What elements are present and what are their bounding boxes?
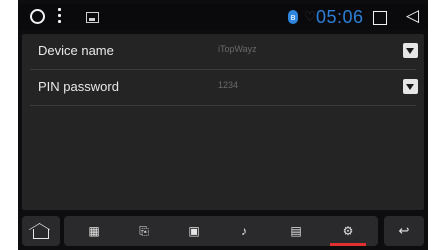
tab-keypad[interactable]: ▦ [72,216,116,246]
status-clock: 05:06 [316,7,364,27]
tab-call-log[interactable]: ⎘ [122,216,166,246]
image-icon [86,12,99,23]
dropdown-arrow-icon[interactable] [403,79,418,94]
settings-gear-icon: ⚙ [342,224,354,238]
setting-row-device-name[interactable]: Device name iTopWayz [22,34,424,69]
tab-contacts[interactable]: ▣ [172,216,216,246]
circle-icon[interactable] [30,9,45,24]
divider [30,105,416,106]
music-icon: ♪ [241,224,247,238]
home-button[interactable] [22,216,60,246]
status-bar: ʙ ♡ 05:06 ◁ [18,4,428,30]
square-icon[interactable] [373,11,387,25]
return-arrow-icon: ↩ [398,223,410,238]
back-triangle-icon[interactable]: ◁ [406,6,419,26]
dropdown-arrow-icon[interactable] [403,43,418,58]
setting-row-pin-password[interactable]: PIN password 1234 [22,70,424,105]
call-log-icon: ⎘ [139,224,149,238]
keypad-icon: ▦ [88,224,100,238]
tab-settings[interactable]: ⚙ [326,216,370,246]
back-button[interactable]: ↩ [384,216,424,246]
device-screen: ʙ ♡ 05:06 ◁ Device name iTopWayz PIN pas… [18,0,428,250]
bluetooth-icon: ʙ [288,10,298,24]
phone-device-icon: ▤ [290,224,302,238]
tab-phone-device[interactable]: ▤ [274,216,318,246]
heart-icon: ♡ [304,9,316,24]
app-tabs: ▦ ⎘ ▣ ♪ ▤ ⚙ [64,216,378,246]
more-vert-icon[interactable] [58,8,62,26]
setting-label: PIN password [38,79,119,94]
setting-value: iTopWayz [218,44,257,54]
tab-music[interactable]: ♪ [222,216,266,246]
bluetooth-settings-panel: Device name iTopWayz PIN password 1234 [22,34,424,210]
setting-value: 1234 [218,80,239,90]
home-icon [33,228,49,239]
setting-label: Device name [38,43,114,58]
contacts-icon: ▣ [188,224,200,238]
bottom-nav-bar: ▦ ⎘ ▣ ♪ ▤ ⚙ ↩ [22,216,424,246]
